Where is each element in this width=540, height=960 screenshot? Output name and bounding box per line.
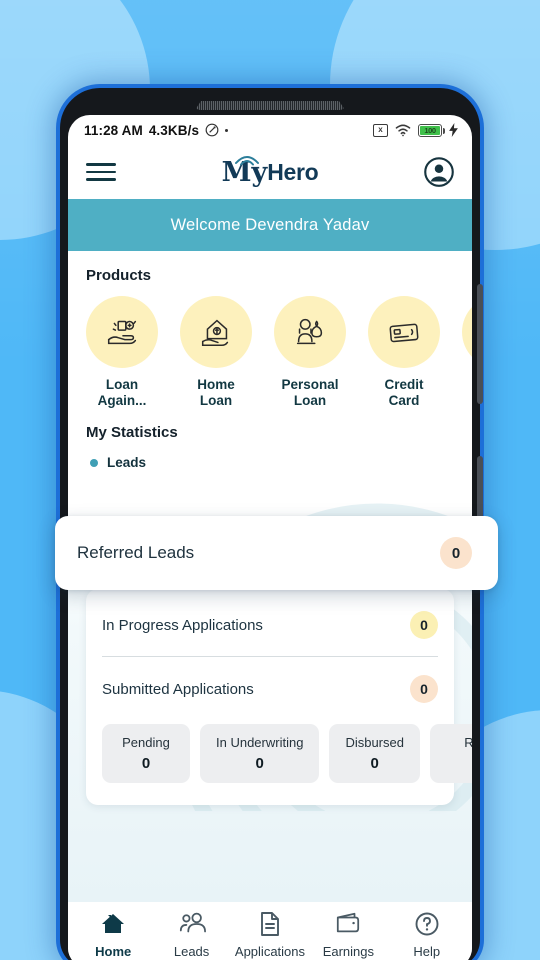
home-loan-icon [180,296,252,368]
product-label-line2: Again... [97,392,147,408]
nav-item-home[interactable]: Home [76,911,150,959]
dot-icon [225,128,229,132]
nav-label: Earnings [322,944,375,959]
products-section-title: Products [86,267,152,284]
account-circle-icon[interactable] [424,157,454,187]
applications-card: In Progress Applications 0 Submitted App… [86,589,472,806]
sync-icon [205,123,219,137]
product-label-line2: Loan [293,392,327,408]
referred-leads-floating-card[interactable]: Referred Leads 0 [55,516,498,590]
loan-against-property-icon [86,296,158,368]
phone-speaker-grille [195,101,345,110]
app-header: M y Hero [68,145,472,199]
referred-leads-count-badge: 0 [440,537,472,569]
group-label-leads: Leads [107,455,147,471]
people-icon [179,912,206,933]
product-label: Credit Card [368,377,440,408]
statistics-section: My Statistics Leads Applications In Prog… [68,408,472,806]
row-submitted-applications[interactable]: Submitted Applications 0 [102,656,438,720]
status-chip-rejected[interactable]: Rej [429,724,472,784]
product-item-credit-card[interactable]: Credit Card [368,296,440,408]
nav-item-leads[interactable]: Leads [155,911,229,959]
wifi-arc-icon [235,155,260,165]
referred-leads-label: Referred Leads [77,543,195,562]
home-icon [102,914,125,933]
chip-label: Pending [122,735,170,751]
wifi-icon [395,124,411,136]
status-chips-row[interactable]: Pending 0 In Underwriting 0 Disbursed 0 [102,720,472,791]
nav-label: Help [413,944,441,959]
product-item-personal-loan[interactable]: Personal Loan [274,296,346,408]
phone-volume-button[interactable] [477,284,483,404]
chip-value: 0 [370,755,379,773]
row-count-badge: 0 [410,675,438,704]
nav-item-help[interactable]: Help [390,911,464,959]
chip-value: 0 [141,755,151,773]
battery-icon: 100 [418,123,445,137]
row-in-progress-applications[interactable]: In Progress Applications 0 [102,593,438,656]
chip-value: 0 [255,755,264,773]
product-label-line2: Card [388,392,420,408]
nav-label: Home [95,944,132,959]
product-label-line1: Home [197,377,235,392]
charging-bolt-icon [449,123,458,137]
hamburger-line [86,170,116,174]
document-icon [261,912,279,936]
chip-label: Disbursed [345,735,404,751]
personal-loan-icon [274,296,346,368]
product-label: Home Loan [180,377,252,408]
status-bar-time: 11:28 AM [84,122,143,138]
product-label-line1: Personal [281,377,339,392]
nav-item-applications[interactable]: Applications [233,911,307,959]
status-bar-network-speed: 4.3KB/s [148,122,200,138]
question-circle-icon [415,912,439,936]
row-label: Submitted Applications [102,680,254,698]
product-label-line1: Credit [384,377,424,392]
status-bar-right: x 100 [373,123,458,137]
status-chip-pending[interactable]: Pending 0 [102,724,190,784]
chip-label: In Underwriting [216,735,304,751]
product-item-home-loan[interactable]: Home Loan [180,296,252,408]
product-label: Personal Loan [274,377,346,408]
app-logo: M y Hero [222,155,319,186]
no-sim-icon: x [373,123,388,137]
product-label: Bike L [462,377,472,393]
hamburger-line [86,163,116,166]
bullet-icon [90,458,98,467]
row-label: In Progress Applications [102,616,263,634]
bike-loan-icon [462,296,472,368]
product-label-line1: Loan [105,377,139,392]
nav-label: Applications [234,944,306,959]
status-bar: 11:28 AM 4.3KB/s x 100 [68,115,472,145]
battery-level-label: 100 [424,125,436,135]
hamburger-menu-icon[interactable] [86,163,116,181]
status-bar-left: 11:28 AM 4.3KB/s [84,122,229,138]
product-label-line1: Bike L [462,377,472,393]
statistics-group-leads: Leads [68,441,472,470]
product-label-line2: Loan [199,392,233,408]
logo-text-hero: Hero [267,158,319,185]
products-row[interactable]: Loan Again... Home Loan Personal Loan Cr… [68,284,472,408]
status-chip-in-underwriting[interactable]: In Underwriting 0 [200,724,320,784]
product-label: Loan Again... [86,377,158,408]
product-item-bike-loan[interactable]: Bike L [462,296,472,408]
bottom-navigation-bar: Home Leads Applications Earnings Help [68,902,472,960]
status-chip-disbursed[interactable]: Disbursed 0 [329,724,420,784]
chip-label: Rej [464,735,472,751]
statistics-section-title: My Statistics [86,424,178,442]
row-count-badge: 0 [410,611,438,640]
nav-label: Leads [173,944,210,959]
hamburger-line [86,178,116,181]
wallet-icon [337,912,360,933]
nav-item-earnings[interactable]: Earnings [311,911,385,959]
credit-card-icon [368,296,440,368]
product-item-loan-against[interactable]: Loan Again... [86,296,158,408]
welcome-banner: Welcome Devendra Yadav [68,199,472,251]
